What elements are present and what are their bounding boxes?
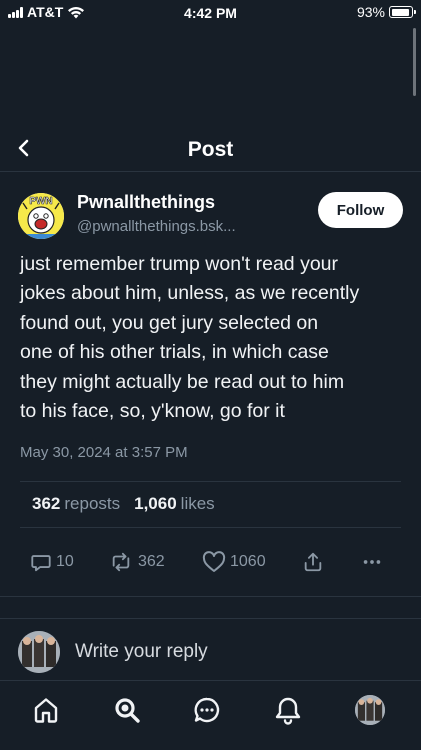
reply-count: 10: [56, 553, 74, 570]
share-button[interactable]: [302, 551, 324, 573]
chat-icon[interactable]: [192, 695, 222, 725]
reposts-count[interactable]: 362: [32, 494, 60, 514]
post-actions: 10 362 1060: [30, 548, 391, 576]
user-avatar: [18, 631, 60, 673]
heart-icon: [202, 551, 226, 572]
author-handle[interactable]: @pwnallthethings.bsk...: [77, 218, 236, 235]
author-avatar[interactable]: PWN: [18, 193, 64, 239]
bell-icon[interactable]: [273, 695, 303, 725]
svg-text:PWN: PWN: [29, 196, 52, 207]
home-icon[interactable]: [31, 695, 61, 725]
reply-input[interactable]: Write your reply: [75, 641, 208, 663]
ellipsis-icon: [363, 560, 381, 564]
author-name[interactable]: Pwnallthethings: [77, 192, 215, 213]
repost-count: 362: [138, 553, 165, 570]
reposts-label[interactable]: reposts: [64, 494, 120, 514]
follow-button[interactable]: Follow: [318, 192, 403, 228]
share-icon: [304, 552, 322, 572]
divider: [20, 481, 401, 482]
likes-label[interactable]: likes: [181, 494, 215, 514]
post-date: May 30, 2024 at 3:57 PM: [20, 444, 188, 461]
battery-percent: 93%: [356, 4, 385, 20]
user-photo-icon: [18, 631, 60, 673]
profile-photo-icon: [355, 695, 385, 725]
scrollbar[interactable]: [413, 28, 416, 96]
like-count: 1060: [230, 553, 266, 570]
post-stats: 362 reposts 1,060 likes: [32, 494, 215, 514]
reply-icon: [31, 555, 51, 572]
search-icon[interactable]: [112, 695, 142, 725]
profile-tab-avatar[interactable]: [355, 695, 385, 725]
post-author: PWN Pwnallthethings @pwnallthethings.bsk…: [18, 190, 403, 240]
likes-count[interactable]: 1,060: [134, 494, 177, 514]
page-title: Post: [187, 138, 234, 161]
pwn-logo-icon: PWN: [18, 193, 64, 239]
reply-composer[interactable]: Write your reply: [0, 618, 421, 680]
header: Post: [0, 128, 421, 172]
reply-button[interactable]: 10: [30, 551, 74, 573]
divider: [20, 527, 401, 528]
battery-icon: [389, 6, 416, 18]
divider: [0, 596, 421, 597]
bottom-tab-bar: [0, 680, 421, 750]
more-options-button[interactable]: [361, 551, 383, 573]
like-button[interactable]: 1060: [202, 551, 266, 573]
repost-button[interactable]: 362: [108, 551, 165, 573]
status-bar: AT&T 4:42 PM 93%: [0, 0, 421, 26]
status-right: 93%: [356, 4, 416, 20]
repost-icon: [112, 552, 130, 572]
post-text: just remember trump won't read your joke…: [20, 253, 360, 423]
